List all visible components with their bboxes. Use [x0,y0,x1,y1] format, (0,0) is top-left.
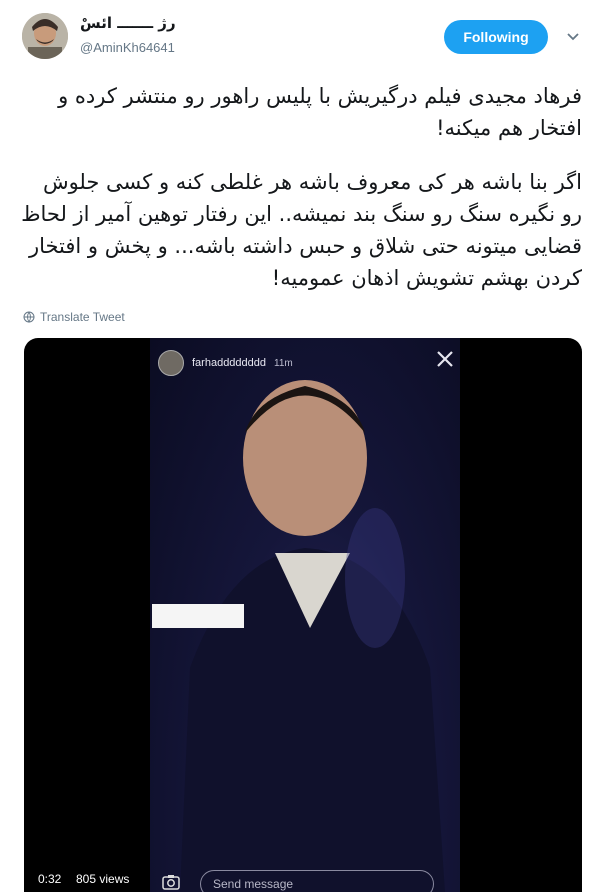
video-duration: 0:32 [32,868,68,890]
tweet-paragraph: اگر بنا باشه هر کی معروف باشه هر غلطی کن… [21,170,582,290]
display-name[interactable]: رژ ـــــــ ائسْ [80,14,176,32]
close-icon [437,351,453,367]
avatar-portrait [22,13,68,59]
following-button[interactable]: Following [444,20,548,54]
story-avatar [158,350,184,376]
user-handle[interactable]: @AminKh64641 [80,40,175,55]
video-frame[interactable]: farhadddddddd 11m Send message [150,338,460,892]
story-header: farhadddddddd 11m [158,350,293,376]
camera-icon [162,875,180,890]
globe-icon [23,311,35,323]
view-count: 805 views [70,868,136,890]
send-message-field: Send message [200,870,434,892]
translate-tweet-link[interactable]: Translate Tweet [23,310,125,324]
translate-label: Translate Tweet [40,310,125,324]
caption-sticker [152,604,244,628]
story-username: farhadddddddd [192,357,267,369]
tweet-paragraph: فرهاد مجیدی فیلم درگیریش با پلیس راهور ر… [58,84,582,140]
video-player[interactable]: farhadddddddd 11m Send message 0:32 805 … [24,338,582,892]
story-time: 11m [274,357,293,369]
tweet-text: فرهاد مجیدی فیلم درگیریش با پلیس راهور ر… [20,80,582,294]
avatar[interactable] [22,13,68,59]
tweet-header: رژ ـــــــ ائسْ @AminKh64641 Following [0,0,609,70]
chevron-down-icon[interactable] [565,29,581,45]
